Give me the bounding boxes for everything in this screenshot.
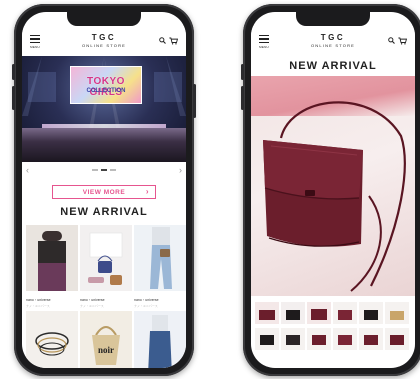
product-print-text: noir — [98, 345, 114, 355]
carousel-dot[interactable] — [110, 169, 116, 171]
product-brand-sub: ナノ・ユニバース — [80, 304, 104, 308]
product-image[interactable] — [134, 225, 186, 291]
thumbnail-grid — [255, 302, 411, 357]
carousel-dots — [92, 169, 116, 171]
phone-notch — [67, 12, 141, 26]
product-brand-sub: ナノ・ユニバース — [26, 304, 50, 308]
product-card[interactable]: nano・universe ナノ・ユニバース — [80, 225, 132, 308]
chevron-right-icon: › — [145, 187, 149, 196]
phone-screen-right: MENU TGC ONLINE STORE NEW ARRIVAL — [251, 12, 415, 368]
phone-power-button — [193, 84, 196, 118]
phone-notch — [296, 12, 370, 26]
store-header: MENU TGC ONLINE STORE — [251, 26, 415, 56]
view-more-button[interactable]: VIEW MORE › — [52, 185, 156, 199]
phone-frame-left: MENU TGC ONLINE STORE TOKYO GIRLS COLLEC… — [12, 4, 196, 376]
product-card[interactable] — [134, 311, 186, 368]
product-card[interactable]: nano・universe ナノ・ユニバース — [134, 225, 186, 308]
search-icon[interactable] — [159, 37, 166, 44]
hero-banner[interactable]: TOKYO GIRLS COLLECTION — [22, 56, 186, 162]
thumbnail-row-2 — [255, 328, 409, 350]
section-title-new-arrival: NEW ARRIVAL — [289, 60, 377, 72]
carousel-dot[interactable] — [92, 169, 98, 171]
bag-illustration — [263, 101, 406, 292]
section-title-new-arrival: NEW ARRIVAL — [60, 206, 148, 218]
view-more-label: VIEW MORE — [82, 188, 126, 196]
carousel-dot-active[interactable] — [101, 169, 107, 171]
phone-volume-button — [12, 64, 15, 80]
phone-screen-left: MENU TGC ONLINE STORE TOKYO GIRLS COLLEC… — [22, 12, 186, 368]
product-card[interactable]: nano・universe ナノ・ユニバース — [26, 225, 78, 308]
phone-volume-button — [241, 86, 244, 110]
phone-volume-button — [241, 64, 244, 80]
product-image[interactable] — [134, 311, 186, 368]
phone-frame-right: MENU TGC ONLINE STORE NEW ARRIVAL — [241, 4, 420, 376]
product-brand: nano・universe — [80, 298, 105, 302]
hero-banner-text: TOKYO GIRLS — [87, 76, 125, 98]
thumbnail-row-1 — [255, 302, 409, 324]
product-image[interactable]: noir — [80, 311, 132, 368]
hero-crowd — [22, 128, 186, 162]
carousel-next-icon[interactable]: › — [179, 165, 182, 175]
product-brand-sub: ナノ・ユニバース — [134, 304, 158, 308]
product-brand: nano・universe — [26, 298, 51, 302]
cart-icon[interactable] — [398, 37, 407, 45]
hero-screen-board: TOKYO GIRLS COLLECTION — [70, 66, 142, 104]
product-image[interactable] — [26, 311, 78, 368]
carousel-prev-icon[interactable]: ‹ — [26, 165, 29, 175]
thumbnail-strip — [255, 302, 409, 350]
carousel-controls: ‹ › — [22, 165, 186, 177]
product-image[interactable] — [26, 225, 78, 291]
product-card[interactable]: noir — [80, 311, 132, 368]
store-header: MENU TGC ONLINE STORE — [22, 26, 186, 56]
product-image[interactable] — [80, 225, 132, 291]
product-brand: nano・universe — [134, 298, 159, 302]
cart-icon[interactable] — [169, 37, 178, 45]
product-hero-image[interactable] — [251, 76, 415, 296]
hero-banner-subtext: COLLECTION — [86, 88, 126, 94]
search-icon[interactable] — [388, 37, 395, 44]
product-card[interactable] — [26, 311, 78, 368]
phone-volume-button — [12, 86, 15, 110]
